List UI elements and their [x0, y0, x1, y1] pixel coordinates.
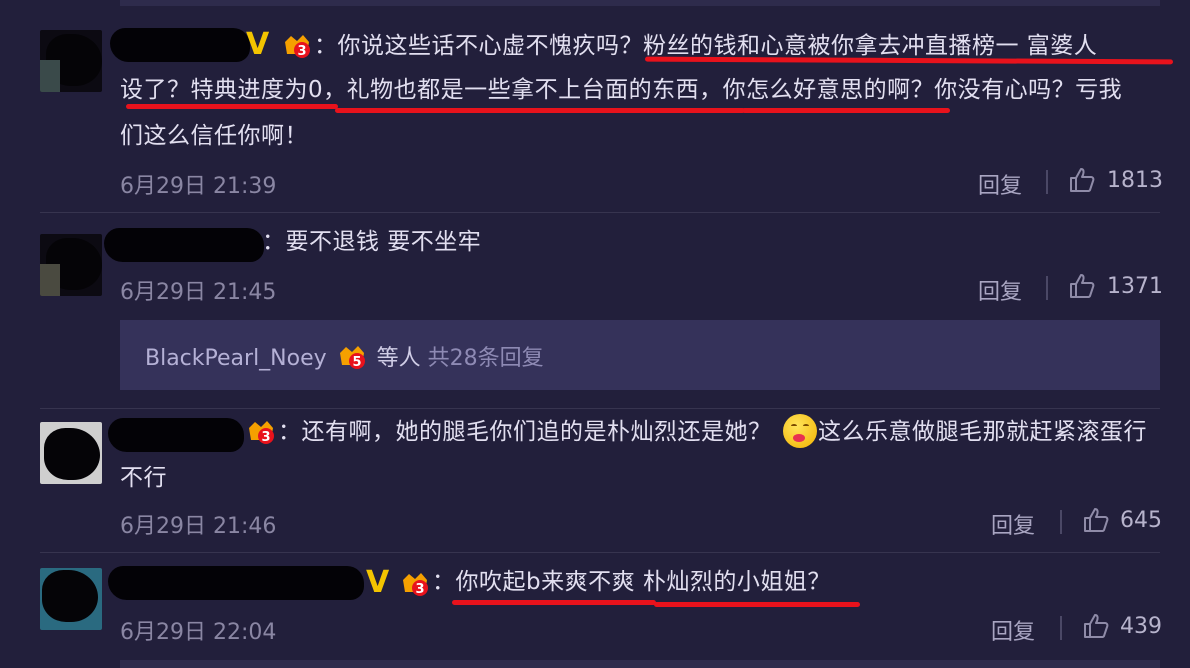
verified-badge-icon: V [366, 565, 390, 600]
more-replies-text[interactable]: BlackPearl_Noey 5 等人 共28条回复 [145, 340, 544, 372]
reply-button[interactable]: 回复 [991, 508, 1035, 540]
next-comment-bar [120, 660, 1160, 668]
red-underline [452, 600, 656, 605]
red-underline [742, 108, 950, 113]
comment-text: ：你吹起b来爽不爽 朴灿烈的小姐姐？ [432, 569, 831, 595]
more-replies-bar[interactable]: BlackPearl_Noey 5 等人 共28条回复 [120, 320, 1160, 390]
comment-date: 6月29日 21:45 [120, 280, 277, 305]
divider [40, 408, 1160, 409]
reply-count-link[interactable]: 共28条回复 [428, 346, 544, 371]
like-count: 645 [1120, 508, 1162, 533]
reply-button[interactable]: 回复 [991, 614, 1035, 646]
separator [1060, 616, 1062, 640]
svg-text:3: 3 [297, 44, 306, 59]
comment-date: 6月29日 21:39 [120, 174, 277, 199]
level-crown-icon: 5 [339, 346, 365, 370]
divider [40, 212, 1160, 213]
like-count: 1813 [1107, 168, 1163, 193]
drooling-face-emoji-icon [783, 414, 817, 448]
verified-badge-icon: V [246, 27, 270, 62]
like-count: 439 [1120, 614, 1162, 639]
redacted-username [108, 566, 364, 600]
previous-comment-bar [120, 0, 1160, 6]
thumbs-up-icon[interactable] [1082, 506, 1110, 534]
comment-text: ：要不退钱 要不坐牢 [262, 229, 482, 255]
reply-suffix: 等人 [376, 346, 421, 371]
svg-text:3: 3 [415, 582, 424, 597]
avatar[interactable] [40, 568, 102, 630]
red-underline [654, 602, 860, 607]
thumbs-up-icon[interactable] [1068, 272, 1096, 300]
reply-user-name[interactable]: BlackPearl_Noey [145, 346, 327, 371]
thumbs-up-icon[interactable] [1082, 612, 1110, 640]
red-underline [126, 104, 338, 109]
red-underline [335, 108, 745, 113]
comment-text: 们这么信任你啊！ [120, 123, 308, 149]
reply-button[interactable]: 回复 [978, 168, 1022, 200]
level-crown-icon: 3 [249, 421, 274, 445]
separator [1046, 276, 1048, 300]
redacted-username [108, 418, 244, 452]
comment-text: 这么乐意做腿毛那就赶紧滚蛋行 [818, 419, 1147, 445]
comment-date: 6月29日 22:04 [120, 620, 277, 645]
separator [1060, 510, 1062, 534]
comment-text: 不行 [120, 465, 167, 491]
divider [40, 552, 1160, 553]
comment-date: 6月29日 21:46 [120, 514, 277, 539]
separator [1046, 170, 1048, 194]
svg-text:3: 3 [261, 430, 270, 445]
reply-button[interactable]: 回复 [978, 274, 1022, 306]
comment-text: ：还有啊，她的腿毛你们追的是朴灿烈还是她？ [278, 419, 772, 445]
level-crown-icon: 3 [403, 573, 428, 597]
avatar[interactable] [40, 234, 102, 296]
avatar[interactable] [40, 30, 102, 92]
thumbs-up-icon[interactable] [1068, 166, 1096, 194]
like-count: 1371 [1107, 274, 1163, 299]
level-crown-icon: 3 [285, 35, 310, 59]
redacted-username [104, 228, 264, 262]
svg-text:5: 5 [352, 355, 361, 370]
redacted-username [110, 28, 250, 62]
avatar[interactable] [40, 422, 102, 484]
